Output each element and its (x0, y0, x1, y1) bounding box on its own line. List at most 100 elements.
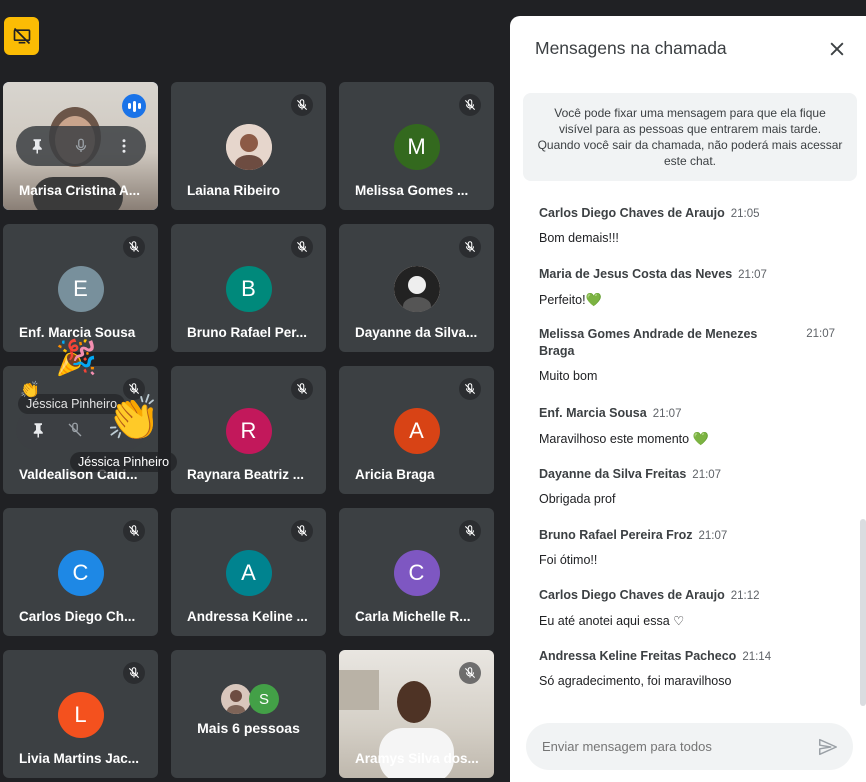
message-body: Maravilhoso este momento (539, 432, 693, 446)
close-chat-button[interactable] (826, 38, 848, 60)
participant-name: Aricia Braga (355, 467, 435, 482)
message-body: Bom demais!!! (539, 231, 619, 245)
participant-name: Carlos Diego Ch... (19, 609, 136, 624)
mic-off-icon (291, 378, 313, 400)
avatar-initial: C (393, 550, 440, 596)
message-sender: Andressa Keline Freitas Pacheco (539, 649, 737, 663)
message-body: Só agradecimento, foi maravilhoso (539, 674, 732, 688)
small-clap-icon: 👏 (20, 382, 40, 399)
chat-message: Maria de Jesus Costa das Neves 21:07 Perfe… (539, 265, 839, 308)
party-popper-icon: 🎉 (55, 339, 98, 377)
participant-tile[interactable]: L Livia Martins Jac... (3, 650, 158, 778)
message-sender: Carlos Diego Chaves de Araujo (539, 588, 725, 602)
message-sender: Maria de Jesus Costa das Neves (539, 267, 733, 281)
participant-name: Laiana Ribeiro (187, 183, 281, 198)
mic-off-icon (459, 520, 481, 542)
message-list[interactable]: Carlos Diego Chaves de Araujo 21:05 Bom de… (510, 196, 866, 696)
mic-off-icon (291, 94, 313, 116)
avatar-initial: R (225, 408, 272, 454)
avatar: S (249, 684, 279, 714)
chat-message: Carlos Diego Chaves de Araujo 21:05 Bom de… (539, 204, 839, 245)
participant-name: Bruno Rafael Per... (187, 325, 308, 340)
participant-tile[interactable]: R Raynara Beatriz ... (171, 366, 326, 494)
mic-off-icon (123, 236, 145, 258)
participant-name: Livia Martins Jac... (19, 751, 140, 766)
participant-tile[interactable]: E Enf. Marcia Sousa (3, 224, 158, 352)
participant-name: Melissa Gomes ... (355, 183, 469, 198)
green-heart-icon: 💚 (692, 431, 709, 446)
chat-message-input[interactable] (542, 723, 802, 770)
mic-off-icon (123, 662, 145, 684)
participant-tile[interactable]: Marisa Cristina A... (3, 82, 158, 210)
participant-name: Marisa Cristina A... (19, 183, 141, 198)
reaction-name-label: Jéssica Pinheiro (70, 452, 178, 472)
message-time: 21:07 (652, 408, 682, 420)
mic-off-icon (291, 236, 313, 258)
participant-name: Carla Michelle R... (355, 609, 471, 624)
message-text: Maravilhoso este momento 💚 (539, 431, 839, 447)
chat-panel: Mensagens na chamada Você pode fixar uma… (510, 16, 866, 782)
chat-message: Bruno Rafael Pereira Froz 21:07 Foi ótimo!… (539, 526, 839, 567)
close-icon (830, 42, 844, 56)
participant-tile[interactable]: C Carla Michelle R... (339, 508, 494, 636)
participant-tile[interactable]: Laiana Ribeiro (171, 82, 326, 210)
send-icon[interactable] (817, 736, 839, 758)
presentation-off-icon[interactable] (4, 17, 39, 55)
message-text: Só agradecimento, foi maravilhoso (539, 674, 839, 688)
avatar-initial: M (393, 124, 440, 170)
mic-off-icon (459, 236, 481, 258)
mute-participant-icon[interactable] (66, 421, 84, 439)
participant-tile[interactable]: B Bruno Rafael Per... (171, 224, 326, 352)
participant-name: Aramys Silva dos... (355, 751, 479, 766)
more-options-icon[interactable] (115, 137, 133, 155)
message-time: 21:07 (738, 269, 767, 281)
clapping-hands-icon: 👏 (106, 394, 161, 443)
participant-tile[interactable]: A Andressa Keline ... (171, 508, 326, 636)
participant-tile[interactable]: C Carlos Diego Ch... (3, 508, 158, 636)
message-sender: Carlos Diego Chaves de Araujo (539, 206, 725, 220)
message-text: Obrigada prof (539, 492, 839, 506)
message-body: Muito bom (539, 369, 598, 383)
message-time: 21:14 (742, 651, 772, 663)
message-sender: Melissa Gomes Andrade de Menezes Braga (539, 327, 758, 358)
chat-scrollbar[interactable] (860, 519, 866, 706)
participant-tile[interactable]: M Melissa Gomes ... (339, 82, 494, 210)
participant-tile[interactable]: S Mais 6 pessoas (171, 650, 326, 778)
message-body: Obrigada prof (539, 492, 616, 506)
chat-message: Dayanne da Silva Freitas 21:07 Obrigada pr… (539, 465, 839, 506)
mic-off-icon (459, 94, 481, 116)
participant-name: Raynara Beatriz ... (187, 467, 305, 482)
chat-message: Melissa Gomes Andrade de Menezes Braga 21… (539, 326, 839, 383)
pin-icon[interactable] (30, 421, 48, 439)
message-sender: Enf. Marcia Sousa (539, 406, 647, 420)
mute-participant-icon[interactable] (72, 137, 90, 155)
mic-off-icon (459, 662, 481, 684)
message-text: Eu até anotei aqui essa ♡ (539, 613, 839, 628)
message-body: Foi ótimo!! (539, 553, 598, 567)
chat-message: Carlos Diego Chaves de Araujo 21:12 Eu até… (539, 586, 839, 628)
message-time: 21:07 (698, 530, 728, 542)
avatar-initial: A (393, 408, 440, 454)
avatar-initial: E (57, 266, 104, 312)
pin-icon[interactable] (29, 137, 47, 155)
more-people-avatars: S (221, 684, 291, 716)
avatar-initial: C (57, 550, 104, 596)
mic-off-icon (123, 520, 145, 542)
avatar (221, 684, 251, 714)
chat-message: Andressa Keline Freitas Pacheco 21:14 Só a… (539, 647, 839, 688)
participant-name: Andressa Keline ... (187, 609, 308, 624)
mic-off-icon (459, 378, 481, 400)
message-text: Perfeito!💚 (539, 292, 839, 308)
avatar (225, 124, 272, 170)
avatar (393, 266, 440, 312)
speaking-indicator-icon (122, 94, 146, 118)
participant-tile[interactable]: Dayanne da Silva... (339, 224, 494, 352)
meet-stage: Marisa Cristina A... Laiana Ribeiro M Melis… (0, 0, 866, 782)
avatar-initial: L (57, 692, 104, 738)
pinned-info-box: Você pode fixar uma mensagem para que el… (523, 93, 857, 181)
participant-name: Mais 6 pessoas (197, 720, 300, 736)
message-time: 21:07 (692, 469, 722, 481)
avatar-initial: A (225, 550, 272, 596)
participant-tile[interactable]: Aramys Silva dos... (339, 650, 494, 778)
participant-tile[interactable]: A Aricia Braga (339, 366, 494, 494)
